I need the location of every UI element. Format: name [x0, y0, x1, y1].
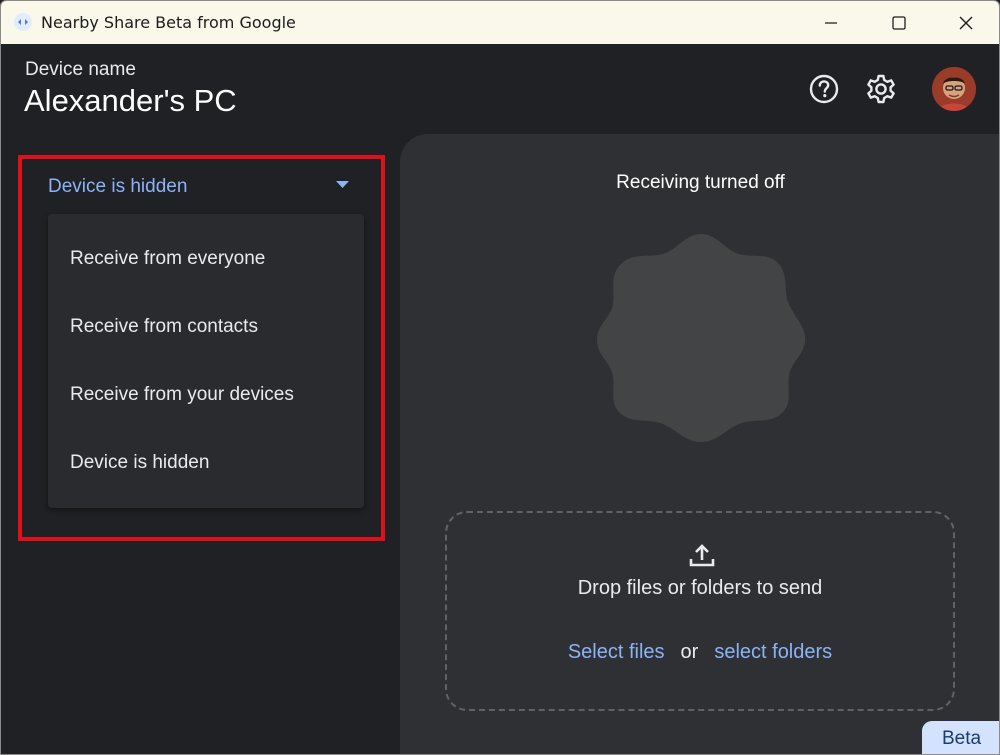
close-button[interactable]	[938, 1, 994, 44]
settings-button[interactable]	[863, 71, 899, 107]
help-button[interactable]	[806, 71, 842, 107]
receiving-status: Receiving turned off	[616, 172, 785, 193]
visibility-dropdown[interactable]: Device is hidden	[48, 171, 358, 203]
file-drop-zone[interactable]: Drop files or folders to send Select fil…	[445, 511, 955, 711]
minimize-button[interactable]	[803, 1, 859, 44]
dropdown-arrow-icon	[336, 181, 349, 188]
close-icon	[959, 16, 973, 29]
menu-item-receive-your-devices[interactable]: Receive from your devices	[48, 365, 364, 425]
device-name-value[interactable]: Alexander's PC	[24, 83, 237, 119]
help-icon	[809, 74, 839, 104]
nearby-share-app-icon	[14, 13, 32, 31]
send-receive-panel: Receiving turned off Drop files or folde…	[400, 134, 999, 754]
receive-status-shape	[597, 234, 806, 442]
settings-icon	[867, 74, 895, 104]
select-row: Select files or select folders	[447, 641, 953, 664]
maximize-icon	[892, 15, 906, 30]
upload-icon	[689, 544, 715, 567]
device-name-label: Device name	[25, 59, 136, 80]
menu-item-device-hidden[interactable]: Device is hidden	[48, 433, 364, 493]
app-window: Nearby Share Beta from Google Device nam…	[0, 0, 1000, 755]
drop-instruction: Drop files or folders to send	[577, 577, 823, 599]
select-folders-link[interactable]: select folders	[714, 641, 832, 663]
visibility-selected-label: Device is hidden	[48, 176, 188, 197]
select-files-link[interactable]: Select files	[568, 641, 665, 663]
window-title: Nearby Share Beta from Google	[41, 13, 296, 32]
minimize-icon	[825, 21, 837, 24]
menu-item-receive-contacts[interactable]: Receive from contacts	[48, 297, 364, 357]
visibility-menu: Receive from everyone Receive from conta…	[48, 214, 364, 508]
or-separator: or	[680, 641, 699, 663]
beta-badge: Beta	[922, 721, 999, 754]
menu-item-receive-everyone[interactable]: Receive from everyone	[48, 229, 364, 289]
title-bar[interactable]: Nearby Share Beta from Google	[1, 1, 999, 44]
maximize-button[interactable]	[871, 1, 927, 44]
avatar[interactable]	[932, 67, 976, 111]
